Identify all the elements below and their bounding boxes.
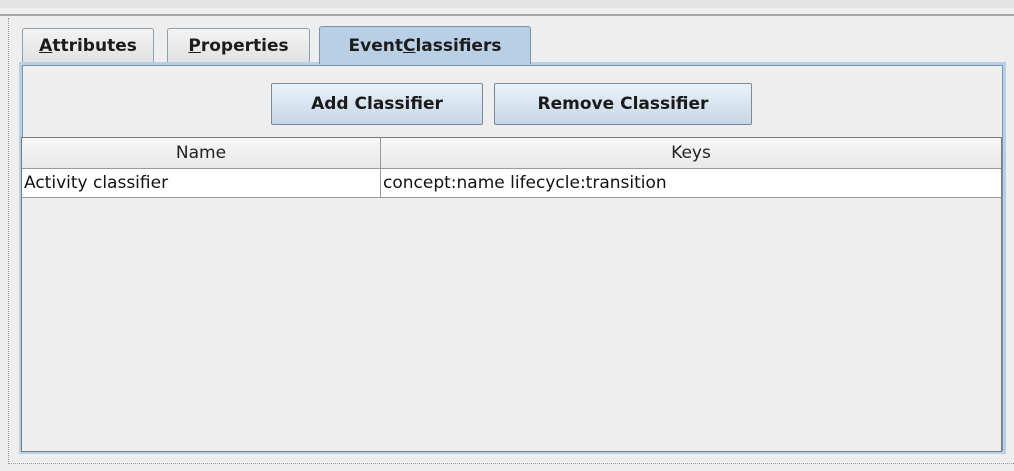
top-strip xyxy=(0,0,1014,8)
tab-properties-label-post: roperties xyxy=(200,35,289,56)
tab-attributes[interactable]: Attributes xyxy=(22,28,154,62)
table-row[interactable]: Activity classifier concept:name lifecyc… xyxy=(22,169,1001,198)
tab-event-classifiers-mnemonic: C xyxy=(402,35,416,56)
event-classifiers-dialog: Attributes Properties Event Classifiers … xyxy=(0,0,1014,471)
tab-properties-mnemonic: P xyxy=(188,35,201,56)
table-cell-keys[interactable]: concept:name lifecycle:transition xyxy=(381,169,1001,197)
classifiers-table[interactable]: Name Keys Activity classifier concept:na… xyxy=(21,137,1002,452)
table-cell-name[interactable]: Activity classifier xyxy=(22,169,381,197)
table-header: Name Keys xyxy=(22,138,1001,169)
tab-attributes-label-post: ttributes xyxy=(52,35,137,56)
add-classifier-button[interactable]: Add Classifier xyxy=(271,83,483,125)
tab-event-classifiers[interactable]: Event Classifiers xyxy=(319,26,531,64)
tab-event-classifiers-label-pre: Event xyxy=(348,35,403,56)
tab-event-classifiers-label-post: lassifiers xyxy=(415,35,502,56)
column-header-name[interactable]: Name xyxy=(22,138,381,168)
tab-properties[interactable]: Properties xyxy=(167,28,310,62)
remove-classifier-button[interactable]: Remove Classifier xyxy=(494,83,752,125)
top-divider xyxy=(0,14,1014,16)
table-body: Activity classifier concept:name lifecyc… xyxy=(22,169,1001,198)
left-dotted-border xyxy=(8,18,9,464)
bottom-dotted-border xyxy=(8,463,1014,464)
column-header-keys[interactable]: Keys xyxy=(381,138,1001,168)
tab-attributes-mnemonic: A xyxy=(39,35,53,56)
